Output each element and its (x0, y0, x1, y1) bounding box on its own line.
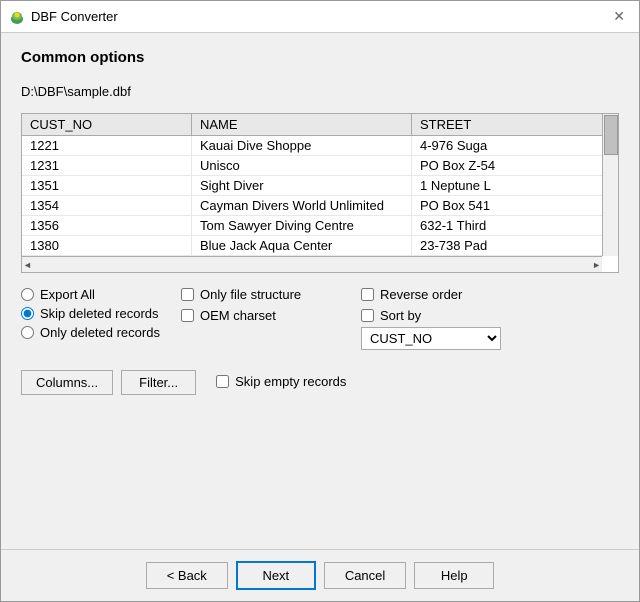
title-bar: DBF Converter ✕ (1, 1, 639, 33)
only-file-structure-checkbox[interactable] (181, 288, 194, 301)
cell-street: 23-738 Pad (412, 236, 618, 255)
export-all-radio[interactable] (21, 288, 34, 301)
table-header: CUST_NO NAME STREET (22, 114, 618, 136)
cell-cust-no: 1351 (22, 176, 192, 195)
cell-street: PO Box 541 (412, 196, 618, 215)
col-header-name: NAME (192, 114, 412, 135)
table-row[interactable]: 1380 Blue Jack Aqua Center 23-738 Pad (22, 236, 618, 256)
close-button[interactable]: ✕ (607, 6, 631, 27)
file-path: D:\DBF\sample.dbf (21, 84, 619, 99)
sort-by-section: Sort by CUST_NONAMESTREET (361, 308, 521, 350)
columns-button[interactable]: Columns... (21, 370, 113, 395)
only-file-structure-option[interactable]: Only file structure (181, 287, 341, 302)
cell-name: Blue Jack Aqua Center (192, 236, 412, 255)
table-row[interactable]: 1221 Kauai Dive Shoppe 4-976 Suga (22, 136, 618, 156)
cell-street: 632-1 Third (412, 216, 618, 235)
sort-by-checkbox[interactable] (361, 309, 374, 322)
cell-name: Tom Sawyer Diving Centre (192, 216, 412, 235)
cell-cust-no: 1356 (22, 216, 192, 235)
skip-empty-checkbox[interactable] (216, 375, 229, 388)
app-icon (9, 9, 25, 25)
table-wrapper: CUST_NO NAME STREET 1221 Kauai Dive Shop… (22, 114, 618, 272)
table-body[interactable]: 1221 Kauai Dive Shoppe 4-976 Suga 1231 U… (22, 136, 618, 272)
skip-empty-label: Skip empty records (235, 374, 346, 389)
right-options: Reverse order Sort by CUST_NONAMESTREET (361, 287, 521, 350)
cell-cust-no: 1380 (22, 236, 192, 255)
table-row[interactable]: 1351 Sight Diver 1 Neptune L (22, 176, 618, 196)
footer: < Back Next Cancel Help (1, 549, 639, 601)
cell-name: Cayman Divers World Unlimited (192, 196, 412, 215)
reverse-order-checkbox[interactable] (361, 288, 374, 301)
cell-name: Sight Diver (192, 176, 412, 195)
export-all-option[interactable]: Export All (21, 287, 161, 302)
only-deleted-radio[interactable] (21, 326, 34, 339)
next-button[interactable]: Next (236, 561, 316, 590)
cell-street: 4-976 Suga (412, 136, 618, 155)
skip-deleted-label: Skip deleted records (40, 306, 159, 321)
cell-name: Unisco (192, 156, 412, 175)
only-deleted-label: Only deleted records (40, 325, 160, 340)
cell-street: PO Box Z-54 (412, 156, 618, 175)
cell-street: 1 Neptune L (412, 176, 618, 195)
export-all-label: Export All (40, 287, 95, 302)
back-button[interactable]: < Back (146, 562, 228, 589)
export-radio-group: Export All Skip deleted records Only del… (21, 287, 161, 340)
filter-button[interactable]: Filter... (121, 370, 196, 395)
oem-charset-checkbox[interactable] (181, 309, 194, 322)
help-button[interactable]: Help (414, 562, 494, 589)
table-row[interactable]: 1231 Unisco PO Box Z-54 (22, 156, 618, 176)
only-file-structure-label: Only file structure (200, 287, 301, 302)
middle-checkboxes: Only file structure OEM charset (181, 287, 341, 323)
scroll-left-arrow[interactable]: ◄ (23, 260, 32, 270)
skip-empty-option[interactable]: Skip empty records (216, 374, 346, 389)
cell-name: Kauai Dive Shoppe (192, 136, 412, 155)
only-deleted-option[interactable]: Only deleted records (21, 325, 161, 340)
sort-by-label: Sort by (380, 308, 421, 323)
horizontal-scrollbar[interactable]: ◄ ► (22, 256, 602, 272)
scrollbar-thumb[interactable] (604, 115, 618, 155)
skip-deleted-radio[interactable] (21, 307, 34, 320)
col-header-street: STREET (412, 114, 618, 135)
cell-cust-no: 1354 (22, 196, 192, 215)
window-title: DBF Converter (31, 9, 118, 24)
skip-deleted-option[interactable]: Skip deleted records (21, 306, 161, 321)
cancel-button[interactable]: Cancel (324, 562, 406, 589)
oem-charset-option[interactable]: OEM charset (181, 308, 341, 323)
reverse-order-label: Reverse order (380, 287, 462, 302)
bottom-row: Columns... Filter... Skip empty records (21, 364, 619, 395)
table-row[interactable]: 1354 Cayman Divers World Unlimited PO Bo… (22, 196, 618, 216)
main-window: DBF Converter ✕ Common options D:\DBF\sa… (0, 0, 640, 602)
options-row: Export All Skip deleted records Only del… (21, 287, 619, 350)
section-title: Common options (21, 49, 619, 66)
reverse-order-option[interactable]: Reverse order (361, 287, 521, 302)
action-buttons: Columns... Filter... (21, 370, 196, 395)
data-table-container: CUST_NO NAME STREET 1221 Kauai Dive Shop… (21, 113, 619, 273)
vertical-scrollbar[interactable] (602, 114, 618, 256)
scroll-right-arrow[interactable]: ► (592, 260, 601, 270)
content-area: Common options D:\DBF\sample.dbf CUST_NO… (1, 33, 639, 549)
cell-cust-no: 1221 (22, 136, 192, 155)
sort-by-option[interactable]: Sort by (361, 308, 521, 323)
sort-field-select[interactable]: CUST_NONAMESTREET (361, 327, 501, 350)
col-header-cust-no: CUST_NO (22, 114, 192, 135)
oem-charset-label: OEM charset (200, 308, 276, 323)
table-row[interactable]: 1356 Tom Sawyer Diving Centre 632-1 Thir… (22, 216, 618, 236)
cell-cust-no: 1231 (22, 156, 192, 175)
